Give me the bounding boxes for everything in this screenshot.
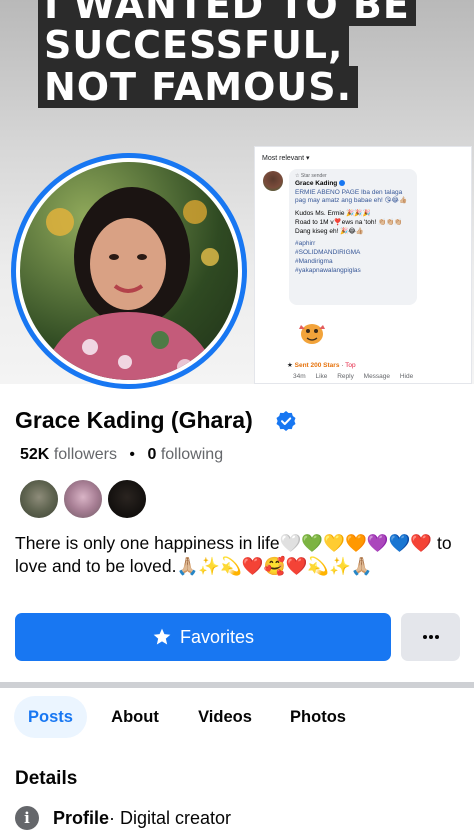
comment-line: Kudos Ms. Ermie 🎉🎉🎉 <box>295 210 371 218</box>
profile-name: Grace Kading (Ghara) <box>15 407 253 433</box>
star-icon: ★ <box>287 362 295 369</box>
comment-time: 34m <box>293 373 306 380</box>
favorites-button[interactable]: Favorites <box>15 613 391 661</box>
tab-videos[interactable]: Videos <box>186 696 264 738</box>
stars-sent-label: Sent 200 Stars <box>294 362 340 369</box>
comment-line: ERMIE ABENO PAGE Iba den talaga pag may … <box>295 188 408 205</box>
separator-dot: • <box>129 446 136 463</box>
comment-line: Dang kiseg eh! 🎉😂👍🏼 <box>295 227 364 235</box>
followers-label[interactable]: followers <box>54 446 117 463</box>
comment-sort-label: Most relevant ▾ <box>262 155 310 162</box>
more-dots-icon <box>422 635 439 639</box>
following-count[interactable]: 0 <box>147 446 156 463</box>
detail-profile-value: · Digital creator <box>109 807 232 828</box>
comment-reply: Reply <box>337 373 354 380</box>
verified-icon <box>276 411 296 431</box>
profile-portrait <box>40 187 220 380</box>
comment-hashtag: #aphirr <box>295 240 316 248</box>
profile-stats: 52K followers • 0 following <box>20 446 223 464</box>
comment-hashtag: #Mandirigma <box>295 257 333 265</box>
more-options-button[interactable] <box>401 613 460 661</box>
top-badge: Top <box>345 362 356 369</box>
star-icon <box>153 628 171 645</box>
verified-icon <box>339 180 346 187</box>
tab-photos[interactable]: Photos <box>278 696 358 738</box>
comment-message: Message <box>363 373 391 380</box>
tab-posts[interactable]: Posts <box>14 696 87 738</box>
comment-bubble: ☆ Star sender Grace Kading ERMIE ABENO P… <box>289 169 417 305</box>
comment-line: Road to 1M v❣️ews na 'toh! 👏🏼👏🏼👏🏼 <box>295 218 403 226</box>
avatar[interactable] <box>18 478 60 520</box>
cover-text-line: SUCCESSFUL, <box>38 24 350 66</box>
avatar[interactable] <box>106 478 148 520</box>
comment-author-avatar <box>263 171 283 191</box>
favorites-button-label: Favorites <box>179 626 255 647</box>
avatar[interactable] <box>62 478 104 520</box>
info-icon: i <box>15 806 39 830</box>
comment-hide: Hide <box>399 373 414 380</box>
detail-profile-label: Profile <box>53 807 110 828</box>
detail-profile-row: i Profile · Digital creator <box>15 804 231 830</box>
following-label[interactable]: following <box>161 446 223 463</box>
profile-tabs: Posts About Videos Photos <box>0 694 474 742</box>
star-sender-badge: Star sender <box>300 173 327 179</box>
comment-hashtag: #SOLIDMANDIRIGMA <box>295 249 361 257</box>
details-heading: Details <box>15 768 78 789</box>
followers-count[interactable]: 52K <box>20 446 49 463</box>
profile-picture[interactable] <box>20 162 238 380</box>
comment-screenshot: Most relevant ▾ ☆ Star sender Grace Kadi… <box>254 146 472 384</box>
section-divider <box>0 682 474 688</box>
dragon-sticker-icon <box>299 324 325 344</box>
comment-actions: 34m Like Reply Message Hide <box>293 373 421 380</box>
comment-author-name: Grace Kading <box>295 179 338 187</box>
profile-bio: There is only one happiness in life🤍💚💛🧡💜… <box>15 533 452 576</box>
stars-row: ★ Sent 200 Stars · Top <box>287 362 356 369</box>
cover-text-line: NOT FAMOUS. <box>38 66 359 108</box>
tab-about[interactable]: About <box>101 696 169 738</box>
comment-like: Like <box>315 373 328 380</box>
comment-hashtag: #yakapnawalangpiglas <box>295 266 361 274</box>
